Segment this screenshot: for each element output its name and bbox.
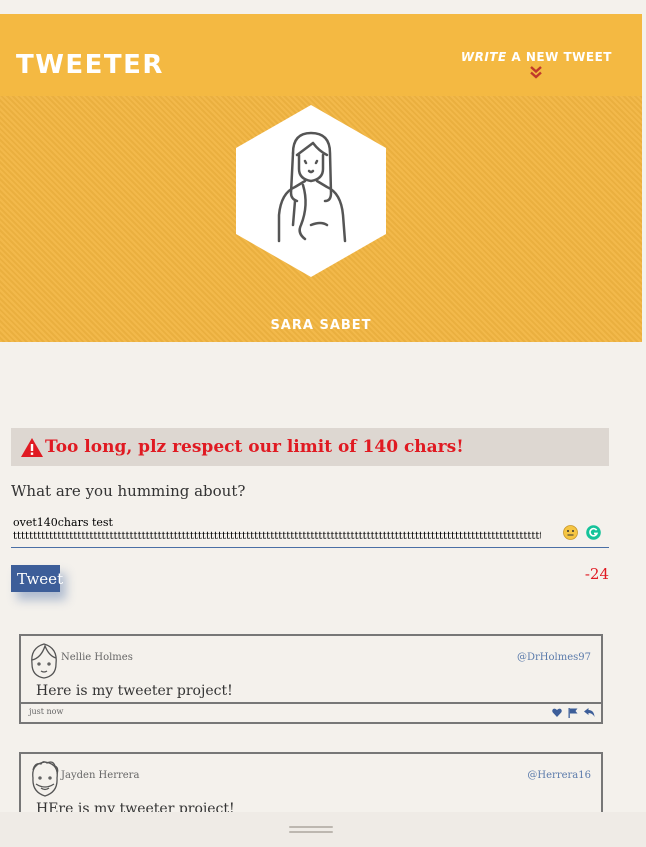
user-avatar: [31, 643, 57, 679]
double-chevron-down-icon: [461, 66, 612, 81]
tweet-text-line-1: ovet140chars test: [13, 516, 113, 529]
composer-prompt: What are you humming about?: [11, 482, 246, 500]
warning-icon: [21, 437, 43, 457]
flag-icon[interactable]: [568, 708, 578, 718]
tweet-card: Nellie Holmes @DrHolmes97 Here is my twe…: [19, 634, 603, 724]
top-strip: [0, 0, 642, 15]
retweet-icon[interactable]: [584, 708, 595, 717]
tweet-header: Nellie Holmes @DrHolmes97 Here is my twe…: [21, 636, 601, 702]
user-avatar: [32, 761, 59, 797]
tweet-footer: just now: [21, 702, 601, 722]
navbar: Tweeter Write a new tweet: [0, 14, 642, 96]
tweet-author-name: Jayden Herrera: [61, 770, 140, 781]
profile-header: Sara Sabet: [0, 96, 642, 342]
compose-write-label: Write: [460, 50, 507, 64]
tweet-timestamp: just now: [29, 707, 64, 716]
error-text: Too long, plz respect our limit of 140 c…: [45, 437, 464, 457]
grammarly-icon[interactable]: [586, 525, 601, 540]
profile-name: Sara Sabet: [270, 318, 372, 333]
drag-handle-icon[interactable]: [289, 826, 333, 836]
emoji-icon[interactable]: [563, 525, 578, 540]
tweet-text-input[interactable]: ovet140chars test tttttttttttttttttttttt…: [11, 513, 609, 548]
heart-icon[interactable]: [552, 708, 562, 717]
tweet-author-handle[interactable]: @Herrera16: [527, 770, 591, 781]
error-message: Too long, plz respect our limit of 140 c…: [11, 428, 609, 466]
tweet-button[interactable]: Tweet: [11, 565, 63, 592]
bottom-bar: [0, 812, 646, 847]
tweet-author-handle[interactable]: @DrHolmes97: [517, 652, 591, 663]
brand-logo[interactable]: Tweeter: [16, 50, 164, 80]
char-counter: -24: [584, 565, 609, 583]
tweet-text: Here is my tweeter project!: [36, 683, 233, 699]
write-new-tweet-button[interactable]: Write a new tweet: [461, 50, 612, 81]
tweet-author-name: Nellie Holmes: [61, 652, 133, 663]
profile-avatar: [236, 105, 386, 277]
tweet-header: Jayden Herrera @Herrera16 HEre is my twe…: [21, 754, 601, 820]
compose-rest-label: a new tweet: [506, 50, 612, 64]
tweet-text-line-2: tttttttttttttttttttttttttttttttttttttttt…: [13, 531, 541, 542]
